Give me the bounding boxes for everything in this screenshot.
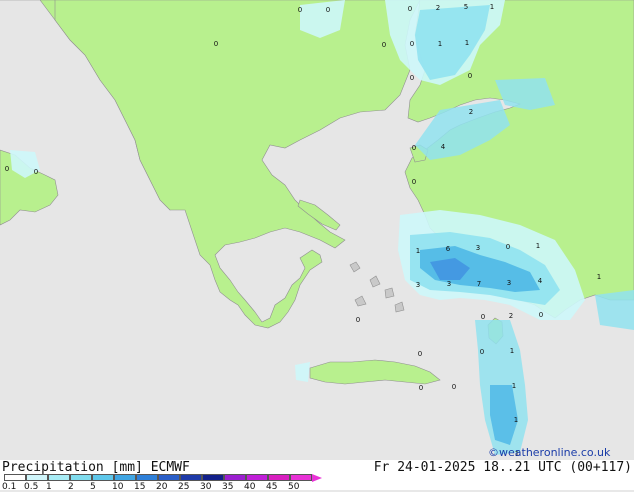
precip-value: 2: [436, 4, 440, 12]
legend-swatch: [246, 474, 268, 481]
precip-value: 0: [298, 6, 302, 14]
precip-value: 0: [408, 5, 412, 13]
legend-label: 15: [134, 482, 146, 492]
precip-value: 1: [490, 3, 494, 11]
legend-swatch: [114, 474, 136, 481]
legend-label: 0.5: [24, 482, 39, 492]
legend-swatch: [4, 474, 26, 481]
legend-swatch: [290, 474, 312, 481]
precip-value: 0: [452, 383, 456, 391]
legend-swatch: [180, 474, 202, 481]
precip-value: 3: [507, 279, 511, 287]
map-canvas: 0 0 0 2 5 1 0 0 0 1 1 0 0 2 0 4 0 0 0 1 …: [0, 0, 634, 460]
copyright-text: ©weatheronline.co.uk: [488, 446, 611, 459]
precip-value: 1: [597, 273, 601, 281]
precip-value: 0: [214, 40, 218, 48]
precip-value: 1: [536, 242, 540, 250]
legend-label: 0.1: [2, 482, 17, 492]
precip-value: 0: [506, 243, 510, 251]
precip-value: 4: [538, 277, 543, 285]
precip-value: 1: [438, 40, 442, 48]
legend-label: 20: [156, 482, 168, 492]
map-area: 0 0 0 2 5 1 0 0 0 1 1 0 0 2 0 4 0 0 0 1 …: [0, 0, 634, 460]
precip-value: 1: [416, 247, 420, 255]
precip-value: 0: [480, 348, 484, 356]
precip-value: 1: [512, 382, 516, 390]
legend-label: 45: [266, 482, 278, 492]
precip-value: 0: [382, 41, 386, 49]
legend-swatch: [92, 474, 114, 481]
precip-field-east: [595, 290, 634, 330]
precip-value: 0: [539, 311, 543, 319]
precip-value: 2: [509, 312, 513, 320]
precip-value: 6: [446, 245, 451, 253]
precip-value: 5: [464, 3, 468, 11]
precip-value: 3: [476, 244, 480, 252]
forecast-datetime: Fr 24-01-2025 18..21 UTC (00+117): [373, 460, 632, 475]
precip-value: 3: [447, 280, 451, 288]
chart-title: Precipitation [mm] ECMWF: [2, 460, 190, 475]
precip-value: 0: [5, 165, 9, 173]
legend-label: 40: [244, 482, 256, 492]
precip-value: 1: [510, 347, 514, 355]
precip-value: 0: [410, 74, 414, 82]
legend-label: 2: [68, 482, 74, 492]
precip-value: 0: [412, 144, 416, 152]
legend-label: 1: [46, 482, 52, 492]
precip-value: 0: [419, 384, 423, 392]
legend-label: 25: [178, 482, 190, 492]
precip-value: 0: [410, 40, 414, 48]
legend-swatch: [268, 474, 290, 481]
precip-value: 0: [481, 313, 485, 321]
legend-label: 30: [200, 482, 212, 492]
precip-value: 2: [469, 108, 473, 116]
precip-value: 0: [418, 350, 422, 358]
precip-value: 4: [441, 143, 446, 151]
legend-label: 50: [288, 482, 300, 492]
precip-value: 0: [412, 178, 416, 186]
precip-value: 1: [514, 416, 518, 424]
legend-label: 35: [222, 482, 234, 492]
precip-value: 0: [356, 316, 360, 324]
legend-swatch: [136, 474, 158, 481]
precip-value: 3: [416, 281, 420, 289]
legend-swatch: [158, 474, 180, 481]
legend-swatch: [26, 474, 48, 481]
legend-arrow: [312, 474, 322, 482]
precip-value: 0: [34, 168, 38, 176]
legend-swatch: [70, 474, 92, 481]
legend-swatch: [48, 474, 70, 481]
precip-value: 7: [477, 280, 481, 288]
legend-swatch: [224, 474, 246, 481]
legend-swatch: [202, 474, 224, 481]
precip-value: 0: [326, 6, 330, 14]
legend-label: 10: [112, 482, 124, 492]
precip-value: 1: [465, 39, 469, 47]
precip-value: 0: [468, 72, 472, 80]
legend-label: 5: [90, 482, 96, 492]
